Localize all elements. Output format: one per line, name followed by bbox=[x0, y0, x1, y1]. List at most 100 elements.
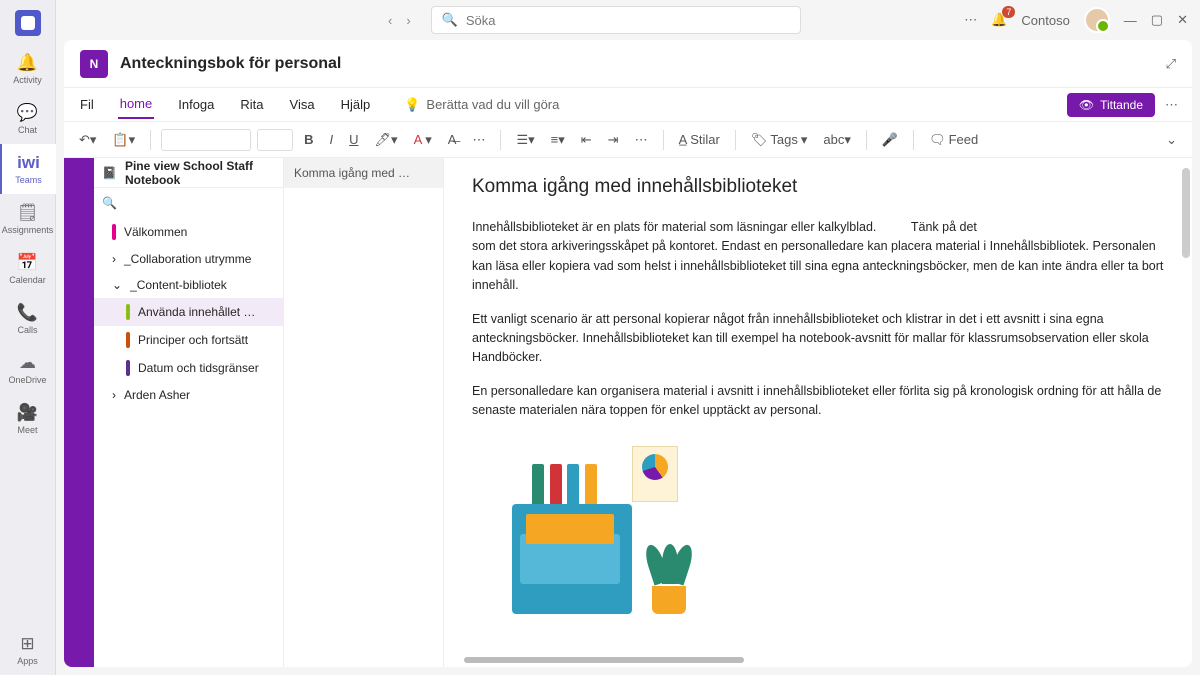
maximize-icon[interactable]: ▢ bbox=[1151, 12, 1163, 28]
vertical-scrollbar[interactable] bbox=[1182, 168, 1190, 258]
clipboard-button[interactable]: 📋▾ bbox=[107, 128, 140, 152]
ribbon-more-icon[interactable]: ⋯ bbox=[1165, 97, 1178, 113]
tab-help[interactable]: Hjälp bbox=[339, 91, 373, 118]
tree-using[interactable]: Använda innehållet … bbox=[94, 298, 283, 326]
rail-apps[interactable]: ⊞Apps bbox=[0, 625, 56, 675]
illustration bbox=[472, 434, 732, 634]
paragraph: En personalledare kan organisera materia… bbox=[472, 382, 1164, 421]
page-item[interactable]: Komma igång med … bbox=[284, 158, 443, 188]
tab-insert[interactable]: Infoga bbox=[176, 91, 216, 118]
cloud-icon: ☁ bbox=[19, 353, 36, 373]
bullets-button[interactable]: ☰▾ bbox=[511, 128, 539, 152]
phone-icon: 📞 bbox=[17, 303, 38, 323]
search-input[interactable]: 🔍 Söka bbox=[431, 6, 801, 34]
numbering-button[interactable]: ≡▾ bbox=[546, 128, 570, 152]
tab-file[interactable]: Fil bbox=[78, 91, 96, 118]
notebook-content: 📓 Pine view School Staff Notebook 🔍 Välk… bbox=[64, 158, 1192, 667]
tree-collab[interactable]: ›_Collaboration utrymme bbox=[94, 246, 283, 272]
clear-format-button[interactable]: A̶ bbox=[443, 128, 462, 151]
apps-icon: ⊞ bbox=[20, 634, 34, 654]
eye-icon: 👁 bbox=[1079, 98, 1094, 112]
notebook-tree: 📓 Pine view School Staff Notebook 🔍 Välk… bbox=[94, 158, 284, 667]
undo-button[interactable]: ↶▾ bbox=[74, 128, 101, 152]
ribbon-chevron-icon[interactable]: ⌄ bbox=[1161, 128, 1182, 152]
tab-home[interactable]: home bbox=[118, 90, 155, 119]
tree-content[interactable]: ⌄_Content-bibliotek bbox=[94, 272, 283, 298]
tree-arden[interactable]: ›Arden Asher bbox=[94, 382, 283, 408]
book-icon: 📓 bbox=[102, 166, 117, 180]
tab-view[interactable]: Visa bbox=[288, 91, 317, 118]
notebook-header[interactable]: 📓 Pine view School Staff Notebook bbox=[94, 158, 283, 188]
font-color-button[interactable]: A▾ bbox=[409, 128, 437, 152]
app-header: N Anteckningsbok för personal ⤢ bbox=[64, 40, 1192, 88]
rail-onedrive[interactable]: ☁OneDrive bbox=[0, 344, 56, 394]
page-canvas[interactable]: Komma igång med innehållsbiblioteket Inn… bbox=[444, 158, 1192, 667]
tags-button[interactable]: 🏷 Tags▾ bbox=[746, 128, 813, 152]
chevron-right-icon: › bbox=[112, 252, 116, 266]
ribbon-tabs: Fil home Infoga Rita Visa Hjälp 💡Berätta… bbox=[64, 88, 1192, 122]
search-icon: 🔍 bbox=[442, 12, 458, 28]
tab-draw[interactable]: Rita bbox=[238, 91, 265, 118]
formatting-toolbar: ↶▾ 📋▾ B I U 🖊▾ A▾ A̶ ⋯ ☰▾ ≡▾ ⇤ ⇥ ⋯ A̲ St… bbox=[64, 122, 1192, 158]
horizontal-scrollbar[interactable] bbox=[464, 657, 744, 663]
teams-icon: iwi bbox=[17, 153, 40, 173]
page-list: Komma igång med … bbox=[284, 158, 444, 667]
highlight-button[interactable]: 🖊▾ bbox=[370, 128, 403, 152]
more-para-icon[interactable]: ⋯ bbox=[630, 128, 653, 152]
tree-dates[interactable]: Datum och tidsgränser bbox=[94, 354, 283, 382]
back-icon[interactable]: ‹ bbox=[388, 13, 392, 28]
tree-welcome[interactable]: Välkommen bbox=[94, 218, 283, 246]
font-size-select[interactable] bbox=[257, 129, 293, 151]
tell-me[interactable]: 💡Berätta vad du vill göra bbox=[404, 97, 559, 113]
paragraph: Innehållsbiblioteket är en plats för mat… bbox=[472, 218, 1164, 296]
rail-activity[interactable]: 🔔Activity bbox=[0, 44, 56, 94]
notification-badge[interactable]: 🔔 bbox=[991, 12, 1007, 28]
teams-logo bbox=[15, 10, 41, 36]
styles-button[interactable]: A̲ Stilar bbox=[674, 128, 725, 151]
history-nav: ‹ › bbox=[388, 13, 411, 28]
calendar-icon: 📅 bbox=[17, 253, 38, 273]
chat-icon: 💬 bbox=[17, 103, 38, 123]
tree-search-icon[interactable]: 🔍 bbox=[102, 196, 117, 210]
minimize-icon[interactable]: — bbox=[1124, 13, 1137, 28]
rail-calls[interactable]: 📞Calls bbox=[0, 294, 56, 344]
close-icon[interactable]: ✕ bbox=[1177, 12, 1188, 28]
chevron-down-icon: ⌄ bbox=[112, 278, 122, 292]
more-font-icon[interactable]: ⋯ bbox=[467, 128, 490, 152]
chevron-right-icon: › bbox=[112, 388, 116, 402]
avatar[interactable] bbox=[1084, 7, 1110, 33]
bold-button[interactable]: B bbox=[299, 128, 318, 151]
feed-button[interactable]: 🗨 Feed bbox=[924, 128, 983, 152]
dictate-button[interactable]: 🎤 bbox=[877, 128, 903, 152]
viewing-button[interactable]: 👁Tittande bbox=[1067, 93, 1155, 117]
underline-button[interactable]: U bbox=[344, 128, 363, 151]
rail-teams[interactable]: iwiTeams bbox=[0, 144, 56, 194]
rail-chat[interactable]: 💬Chat bbox=[0, 94, 56, 144]
more-icon[interactable]: ⋯ bbox=[964, 12, 977, 28]
forward-icon[interactable]: › bbox=[406, 13, 410, 28]
page-title: Komma igång med innehållsbiblioteket bbox=[472, 176, 1164, 198]
app-rail: 🔔Activity 💬Chat iwiTeams 🗒Assignments 📅C… bbox=[0, 0, 56, 675]
italic-button[interactable]: I bbox=[325, 128, 339, 151]
titlebar: ‹ › 🔍 Söka ⋯ 🔔 Contoso — ▢ ✕ bbox=[56, 0, 1200, 40]
paragraph: Ett vanligt scenario är att personal kop… bbox=[472, 310, 1164, 368]
outdent-button[interactable]: ⇤ bbox=[576, 128, 597, 152]
tenant-label: Contoso bbox=[1021, 13, 1069, 28]
search-placeholder: Söka bbox=[466, 13, 496, 28]
assignments-icon: 🗒 bbox=[17, 203, 39, 223]
rail-assignments[interactable]: 🗒Assignments bbox=[0, 194, 56, 244]
section-color-bar bbox=[64, 158, 94, 667]
font-family-select[interactable] bbox=[161, 129, 251, 151]
app-title: Anteckningsbok för personal bbox=[120, 55, 341, 73]
bulb-icon: 💡 bbox=[404, 97, 420, 113]
main-area: ‹ › 🔍 Söka ⋯ 🔔 Contoso — ▢ ✕ N Antecknin… bbox=[56, 0, 1200, 675]
indent-button[interactable]: ⇥ bbox=[603, 128, 624, 152]
rail-meet[interactable]: 🎥Meet bbox=[0, 394, 56, 444]
onenote-icon: N bbox=[80, 50, 108, 78]
expand-icon[interactable]: ⤢ bbox=[1166, 56, 1176, 72]
tree-principles[interactable]: Principer och fortsätt bbox=[94, 326, 283, 354]
video-icon: 🎥 bbox=[17, 403, 38, 423]
bell-icon: 🔔 bbox=[17, 53, 38, 73]
rail-calendar[interactable]: 📅Calendar bbox=[0, 244, 56, 294]
spellcheck-button[interactable]: abc▾ bbox=[818, 128, 856, 152]
